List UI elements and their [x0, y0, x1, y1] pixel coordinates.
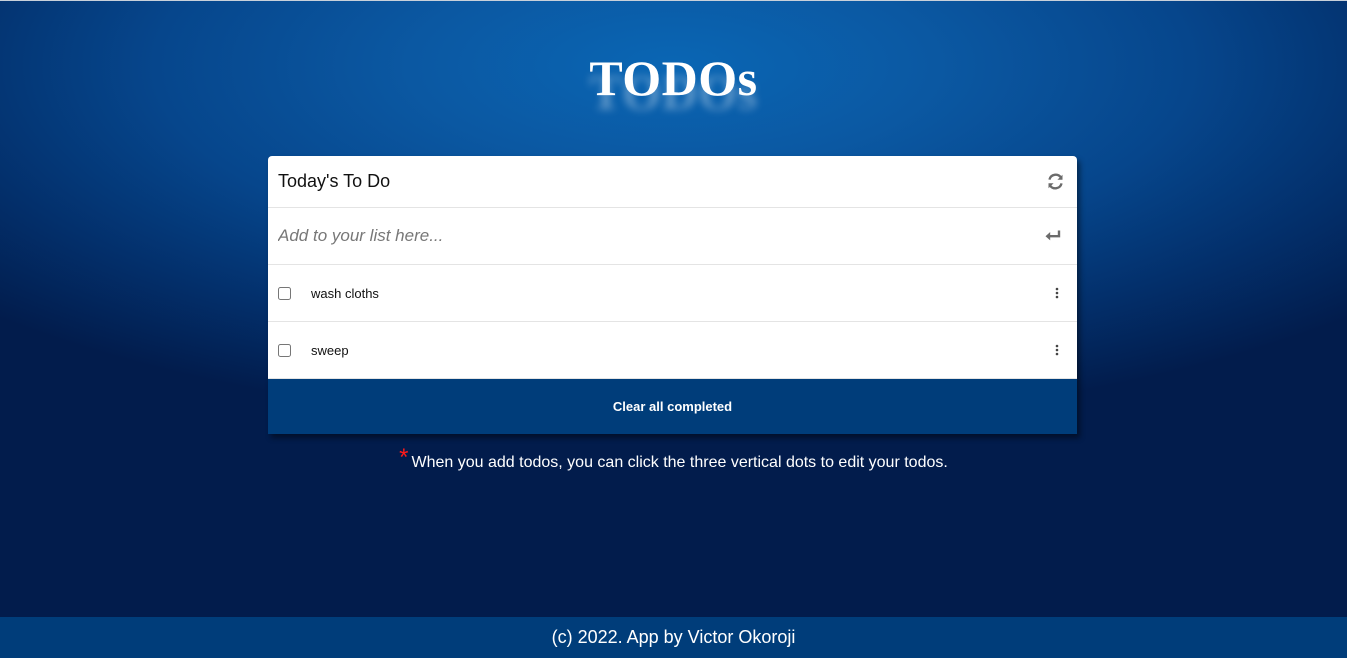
todo-checkbox[interactable] — [278, 343, 291, 357]
add-todo-input[interactable] — [278, 226, 1043, 246]
app-title: TODOs — [589, 50, 758, 106]
vertical-dots-icon — [1055, 344, 1059, 356]
hint-asterisk: * — [399, 444, 409, 471]
todo-text: sweep — [311, 342, 349, 358]
todo-menu-button[interactable] — [1049, 340, 1065, 360]
add-todo-row — [268, 208, 1077, 265]
hint-text: When you add todos, you can click the th… — [411, 454, 948, 471]
todo-item: wash cloths — [268, 265, 1077, 322]
card-header: Today's To Do — [268, 156, 1077, 208]
todo-card: Today's To Do wash cloths — [268, 156, 1077, 434]
refresh-button[interactable] — [1045, 172, 1065, 192]
footer: (c) 2022. App by Victor Okoroji — [0, 617, 1347, 658]
todo-checkbox[interactable] — [278, 286, 291, 300]
clear-completed-button[interactable]: Clear all completed — [268, 379, 1077, 434]
enter-icon — [1045, 230, 1061, 241]
enter-button[interactable] — [1043, 226, 1063, 246]
todo-menu-button[interactable] — [1049, 283, 1065, 303]
hint-message: * When you add todos, you can click the t… — [0, 444, 1347, 476]
refresh-icon — [1047, 173, 1063, 190]
card-title: Today's To Do — [278, 171, 391, 191]
footer-text: (c) 2022. App by Victor Okoroji — [551, 627, 796, 647]
todo-text: wash cloths — [311, 285, 379, 301]
vertical-dots-icon — [1055, 287, 1059, 299]
todo-item: sweep — [268, 322, 1077, 379]
